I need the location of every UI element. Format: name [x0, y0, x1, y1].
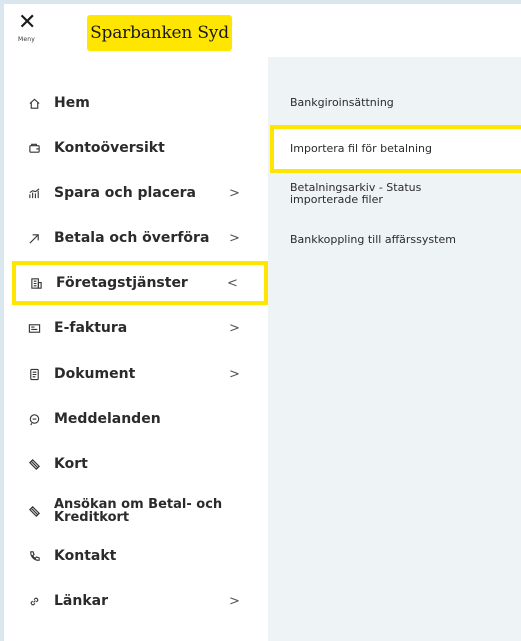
nav-label: Hem [54, 95, 90, 111]
nav-item-lankar[interactable]: Länkar > [14, 579, 266, 623]
menu-label: Meny [18, 36, 36, 43]
top-header: ✕ Meny Sparbanken Syd [0, 0, 521, 57]
nav-item-ansokan-kort[interactable]: Ansökan om Betal- och Kreditkort [14, 489, 266, 533]
card-icon [26, 503, 42, 519]
chevron-right-icon: > [229, 320, 240, 336]
nav-label: Företagstjänster [56, 275, 188, 291]
document-icon [26, 366, 42, 382]
nav-item-dokument[interactable]: Dokument > [14, 352, 266, 396]
chevron-right-icon: > [229, 230, 240, 246]
nav-label: Kort [54, 456, 88, 472]
chevron-left-icon: < [227, 275, 238, 291]
nav-item-efaktura[interactable]: E-faktura > [14, 306, 266, 350]
nav-label: Spara och placera [54, 185, 196, 201]
brand-logo[interactable]: Sparbanken Syd [87, 15, 232, 51]
brand-name: Sparbanken Syd [90, 23, 229, 43]
nav-item-kontakt[interactable]: Kontakt [14, 534, 266, 578]
nav-item-kontooversikt[interactable]: Kontoöversikt [14, 126, 266, 170]
message-icon [26, 411, 42, 427]
nav-item-kort[interactable]: Kort [14, 442, 266, 486]
invoice-icon [26, 320, 42, 336]
card-icon [26, 456, 42, 472]
nav-label: Kontakt [54, 548, 117, 564]
nav-label: Länkar [54, 593, 108, 609]
close-icon: ✕ [18, 10, 37, 35]
nav-label: Ansökan om Betal- och Kreditkort [54, 497, 223, 525]
nav-label: Dokument [54, 366, 136, 382]
chart-icon [26, 185, 42, 201]
submenu-item-bankgiroinsattning[interactable]: Bankgiroinsättning [290, 97, 394, 109]
phone-icon [26, 548, 42, 564]
wallet-icon [26, 140, 42, 156]
nav-item-spara[interactable]: Spara och placera > [14, 171, 266, 215]
nav-item-hem[interactable]: Hem [14, 81, 266, 125]
nav-label: E-faktura [54, 320, 128, 336]
chevron-right-icon: > [229, 366, 240, 382]
submenu-item-betalningsarkiv[interactable]: Betalningsarkiv - Status importerade fil… [290, 182, 490, 206]
nav-item-foretagstjanster[interactable]: Företagstjänster < [12, 261, 268, 305]
nav-item-betala[interactable]: Betala och överföra > [14, 216, 266, 260]
chevron-right-icon: > [229, 185, 240, 201]
link-icon [26, 593, 42, 609]
chevron-right-icon: > [229, 593, 240, 609]
transfer-icon [26, 230, 42, 246]
building-icon [28, 275, 44, 291]
submenu-item-bankkoppling[interactable]: Bankkoppling till affärssystem [290, 234, 456, 246]
home-icon [26, 95, 42, 111]
submenu-item-importera-fil[interactable]: Importera fil för betalning [290, 143, 432, 155]
close-menu-button[interactable]: ✕ Meny [18, 12, 54, 52]
nav-item-meddelanden[interactable]: Meddelanden [14, 397, 266, 441]
nav-label: Meddelanden [54, 411, 161, 427]
nav-label: Betala och överföra [54, 230, 210, 246]
nav-label: Kontoöversikt [54, 140, 165, 156]
